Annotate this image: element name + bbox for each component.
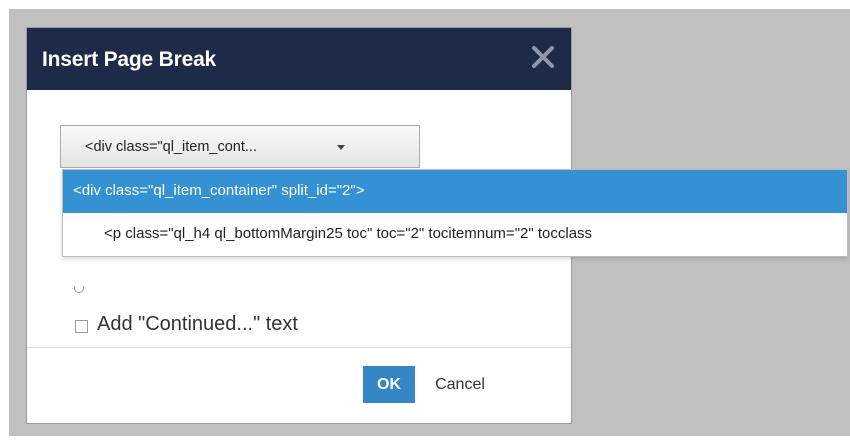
split-element-dropdown: <div class="ql_item_container" split_id=… xyxy=(62,169,848,257)
dropdown-option-label: <div class="ql_item_container" split_id=… xyxy=(73,182,365,199)
cancel-button[interactable]: Cancel xyxy=(425,366,495,403)
continued-checkbox-label: Add "Continued..." text xyxy=(97,313,298,335)
close-button[interactable] xyxy=(529,43,557,71)
caret-down-icon xyxy=(337,145,345,150)
ok-button[interactable]: OK xyxy=(363,366,415,403)
dialog-header: Insert Page Break xyxy=(27,28,571,90)
dropdown-option-selected[interactable]: <div class="ql_item_container" split_id=… xyxy=(63,170,847,213)
dialog-title: Insert Page Break xyxy=(42,48,217,71)
dropdown-option-label: <p class="ql_h4 ql_bottomMargin25 toc" t… xyxy=(104,225,593,242)
continued-checkbox[interactable] xyxy=(75,320,88,333)
radio-button-partial[interactable] xyxy=(74,286,84,294)
dropdown-option[interactable]: <p class="ql_h4 ql_bottomMargin25 toc" t… xyxy=(63,213,847,256)
footer-divider xyxy=(27,347,571,348)
close-icon xyxy=(532,46,554,68)
split-element-select[interactable]: <div class="ql_item_cont... xyxy=(60,125,420,168)
select-value: <div class="ql_item_cont... xyxy=(85,139,257,155)
